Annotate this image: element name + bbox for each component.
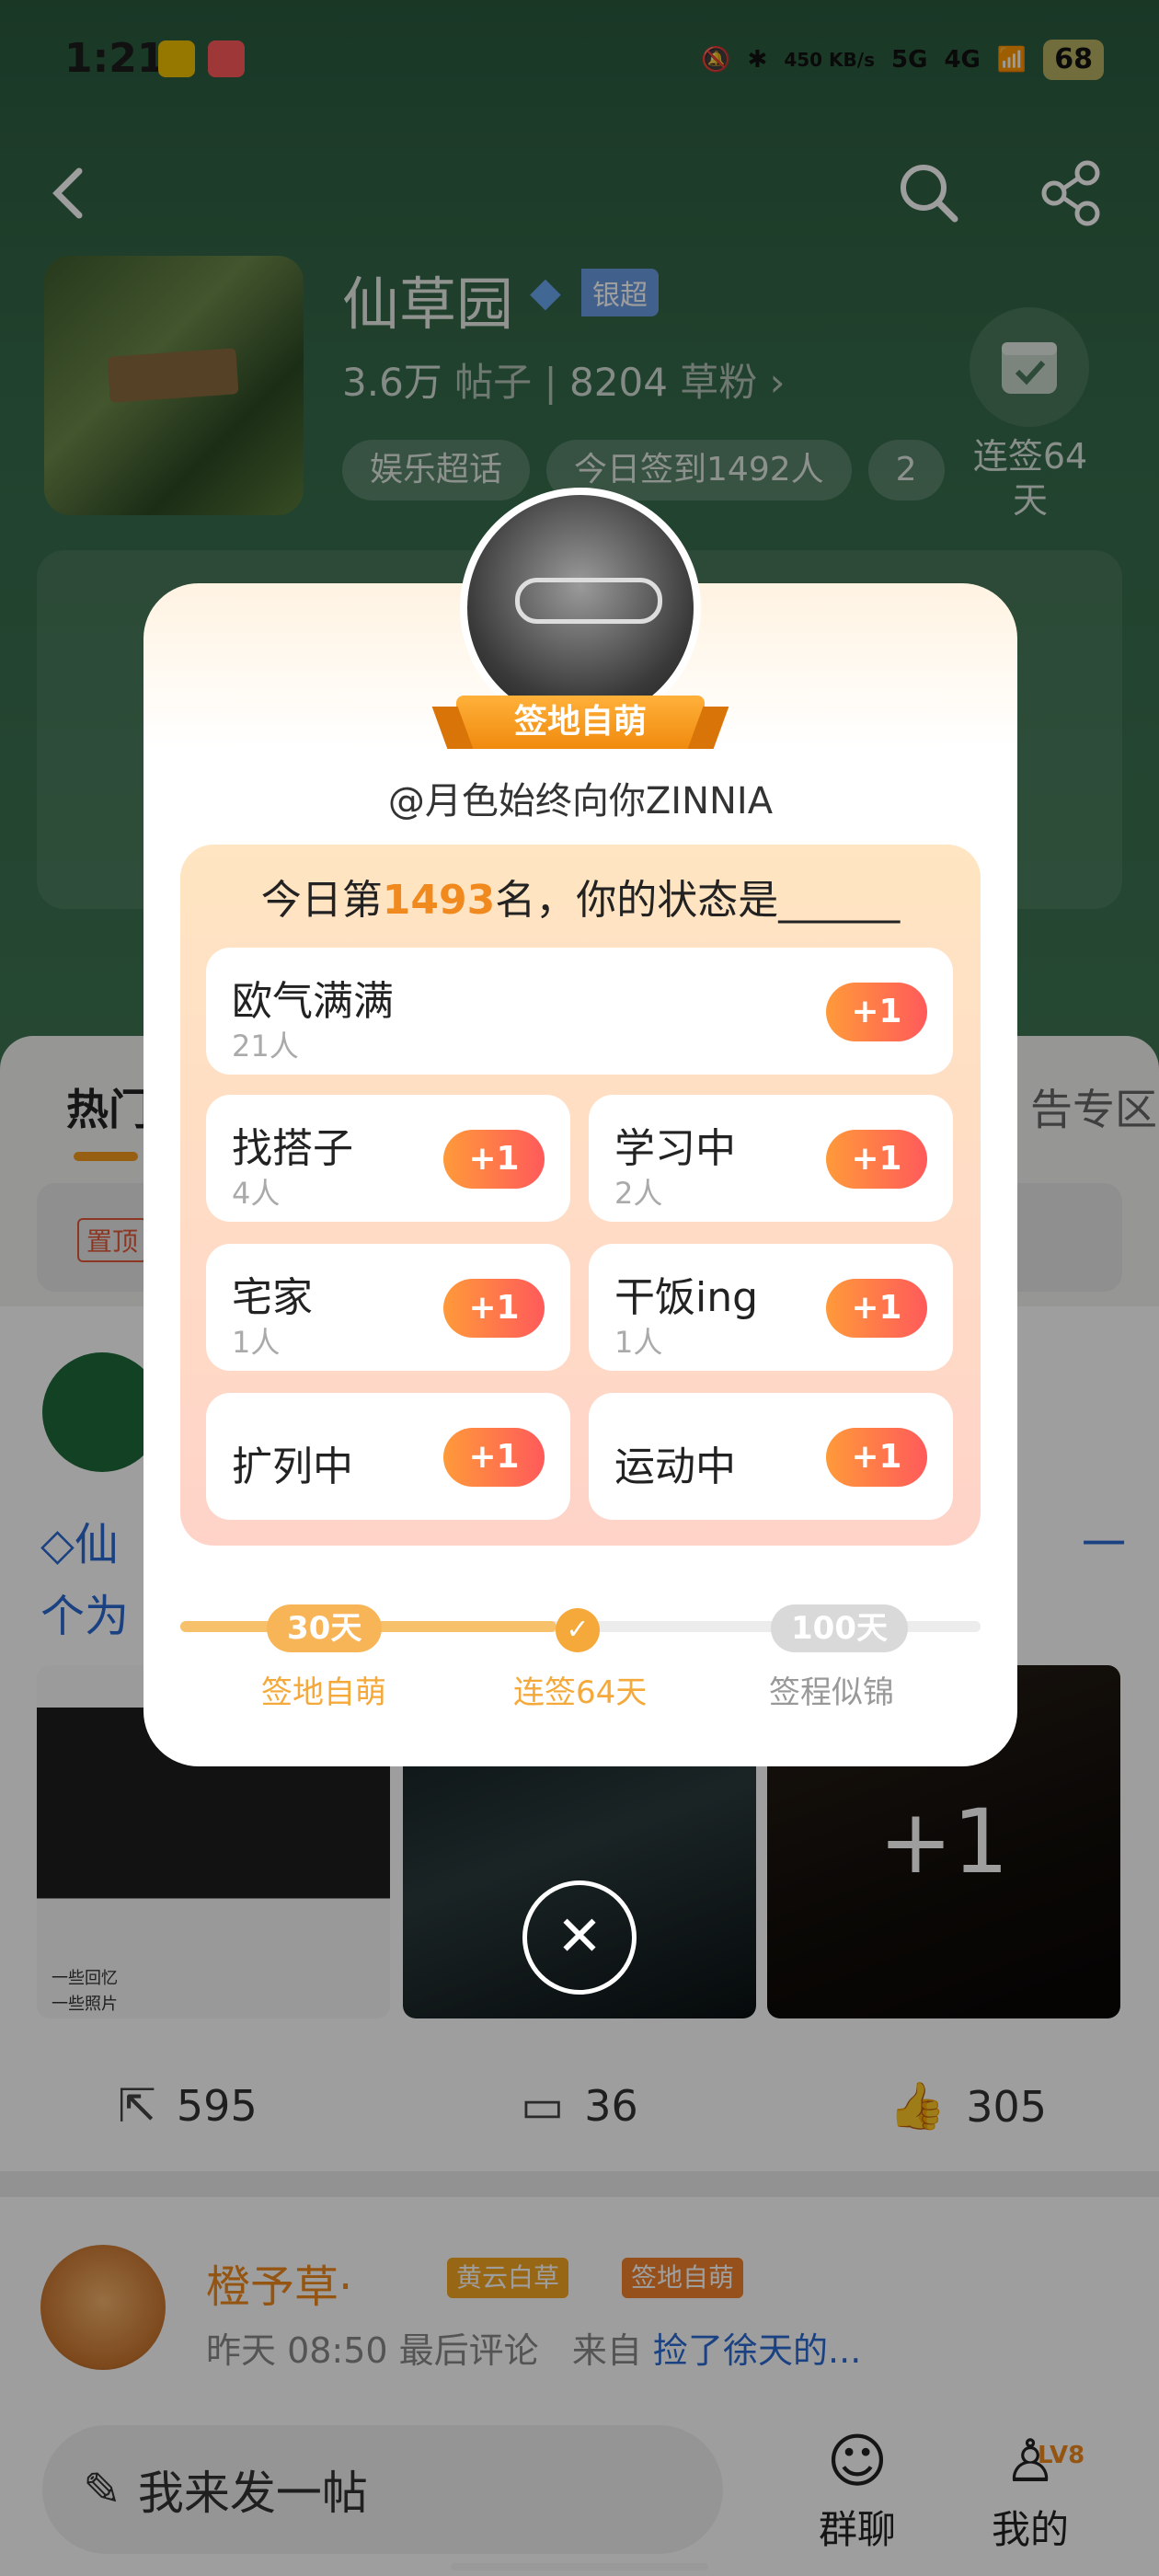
checkin-ribbon: 签地自萌 bbox=[456, 696, 705, 749]
plus-one-button[interactable]: +1 bbox=[443, 1279, 545, 1338]
milestone-30-label: 签地自萌 bbox=[261, 1674, 386, 1711]
milestone-100-label: 签程似锦 bbox=[769, 1674, 894, 1711]
status-option[interactable]: 干饭ing 1人 +1 bbox=[589, 1244, 953, 1371]
milestone-100-days: 100天 bbox=[771, 1604, 908, 1652]
plus-one-button[interactable]: +1 bbox=[443, 1130, 545, 1189]
status-option[interactable]: 运动中 +1 bbox=[589, 1393, 953, 1520]
current-streak-label: 连签64天 bbox=[513, 1674, 648, 1711]
status-option[interactable]: 学习中 2人 +1 bbox=[589, 1095, 953, 1222]
close-icon: ✕ bbox=[556, 1904, 603, 1969]
rank-number: 1493 bbox=[382, 877, 496, 924]
home-indicator bbox=[451, 2563, 708, 2570]
status-option[interactable]: 扩列中 +1 bbox=[206, 1393, 570, 1520]
plus-one-button[interactable]: +1 bbox=[826, 1428, 927, 1487]
milestone-30-days: 30天 bbox=[267, 1604, 383, 1652]
plus-one-button[interactable]: +1 bbox=[826, 983, 927, 1041]
plus-one-button[interactable]: +1 bbox=[826, 1130, 927, 1189]
status-option[interactable]: 找搭子 4人 +1 bbox=[206, 1095, 570, 1222]
username: @月色始终向你ZINNIA bbox=[387, 780, 774, 822]
status-option[interactable]: 宅家 1人 +1 bbox=[206, 1244, 570, 1371]
plus-one-button[interactable]: +1 bbox=[826, 1279, 927, 1338]
status-question: 今日第1493名，你的状态是______ bbox=[260, 877, 901, 924]
close-button[interactable]: ✕ bbox=[522, 1880, 637, 1995]
user-avatar bbox=[460, 488, 701, 729]
current-streak-check-icon: ✓ bbox=[556, 1608, 600, 1652]
plus-one-button[interactable]: +1 bbox=[443, 1428, 545, 1487]
status-option[interactable]: 欧气满满 21人 +1 bbox=[206, 948, 953, 1075]
